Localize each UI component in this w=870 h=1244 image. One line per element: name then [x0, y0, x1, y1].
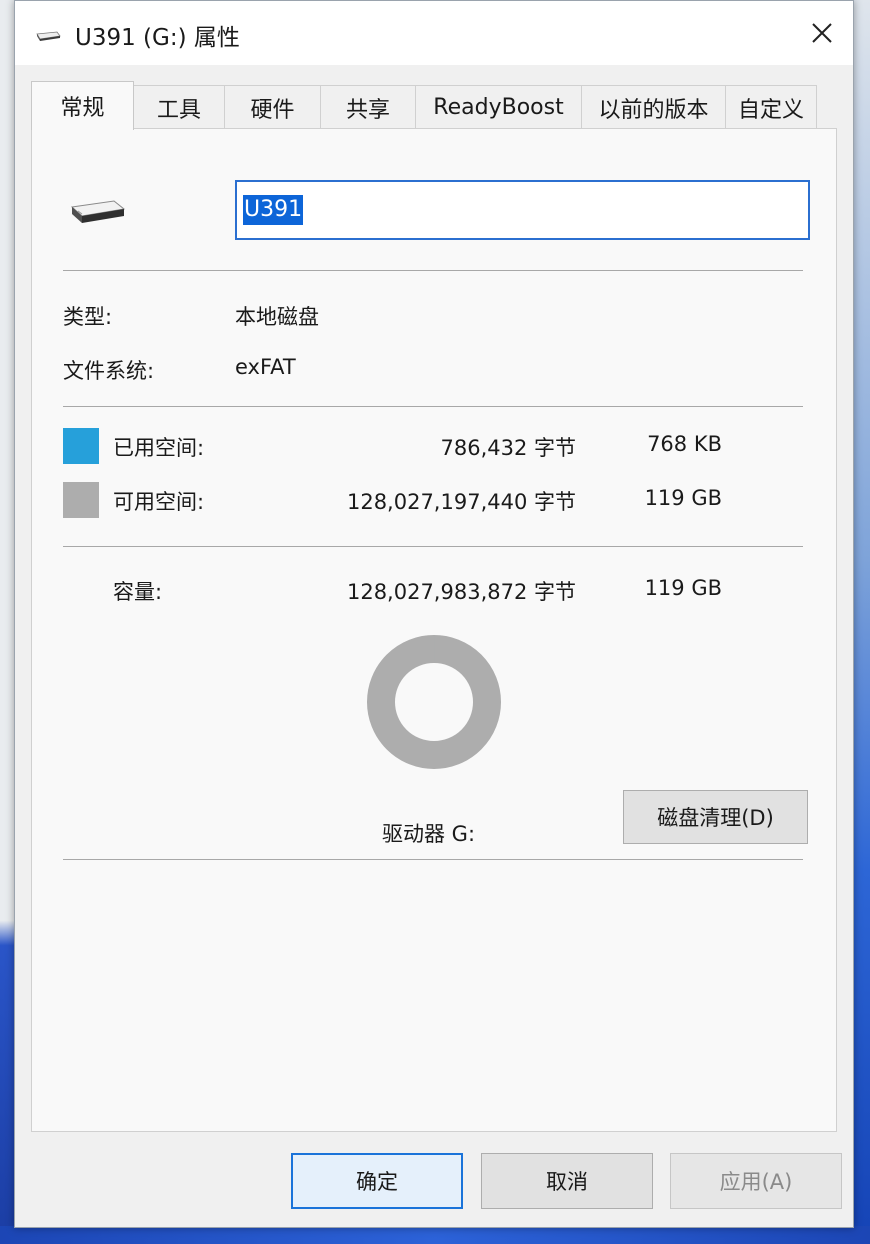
tab-readyboost[interactable]: ReadyBoost	[415, 85, 582, 129]
filesystem-value: exFAT	[235, 355, 296, 379]
free-space-label: 可用空间:	[113, 490, 205, 514]
tab-strip: 常规 工具 硬件 共享 ReadyBoost 以前的版本 自定义	[31, 81, 821, 130]
filesystem-label: 文件系统:	[63, 359, 155, 383]
cancel-button[interactable]: 取消	[481, 1153, 653, 1209]
capacity-bytes: 128,027,983,872 字节	[346, 580, 576, 604]
used-space-label: 已用空间:	[113, 436, 205, 460]
tab-tools[interactable]: 工具	[133, 85, 225, 129]
tab-previous-versions[interactable]: 以前的版本	[581, 85, 726, 129]
free-space-swatch	[63, 482, 99, 518]
used-space-swatch	[63, 428, 99, 464]
drive-name-selection: U391	[243, 195, 304, 225]
used-space-bytes: 786,432 字节	[440, 436, 576, 460]
desktop-background-bottom	[0, 1226, 870, 1244]
donut-free-ring	[367, 635, 501, 769]
free-space-bytes: 128,027,197,440 字节	[346, 490, 576, 514]
usb-drive-icon	[70, 200, 126, 223]
usage-donut-chart	[367, 635, 501, 769]
separator	[63, 270, 803, 271]
used-space-size: 768 KB	[647, 432, 722, 456]
disk-cleanup-button[interactable]: 磁盘清理(D)	[623, 790, 808, 844]
usb-drive-icon	[36, 31, 61, 41]
separator	[63, 859, 803, 860]
desktop-background-right	[852, 0, 870, 1244]
ok-button[interactable]: 确定	[291, 1153, 463, 1209]
separator	[63, 546, 803, 547]
type-value: 本地磁盘	[235, 305, 319, 329]
tab-sharing[interactable]: 共享	[320, 85, 416, 129]
title-bar[interactable]: U391 (G:) 属性	[15, 1, 853, 65]
window-title: U391 (G:) 属性	[75, 25, 240, 51]
properties-dialog: U391 (G:) 属性 常规 工具 硬件 共享 ReadyBoost 以前的版…	[14, 0, 854, 1228]
general-tab-panel: U391 类型: 本地磁盘 文件系统: exFAT 已用空间: 786,432 …	[31, 128, 837, 1132]
tab-hardware[interactable]: 硬件	[224, 85, 321, 129]
tab-general[interactable]: 常规	[31, 81, 134, 130]
drive-name-input[interactable]: U391	[235, 180, 810, 240]
drive-letter-label: 驱动器 G:	[382, 822, 476, 846]
close-button[interactable]	[791, 1, 853, 65]
type-label: 类型:	[63, 305, 113, 329]
separator	[63, 406, 803, 407]
capacity-size: 119 GB	[644, 576, 722, 600]
free-space-size: 119 GB	[644, 486, 722, 510]
close-icon	[812, 23, 832, 43]
tab-customize[interactable]: 自定义	[725, 85, 817, 129]
capacity-label: 容量:	[113, 580, 163, 604]
desktop-background-left	[0, 0, 14, 1244]
apply-button[interactable]: 应用(A)	[670, 1153, 842, 1209]
